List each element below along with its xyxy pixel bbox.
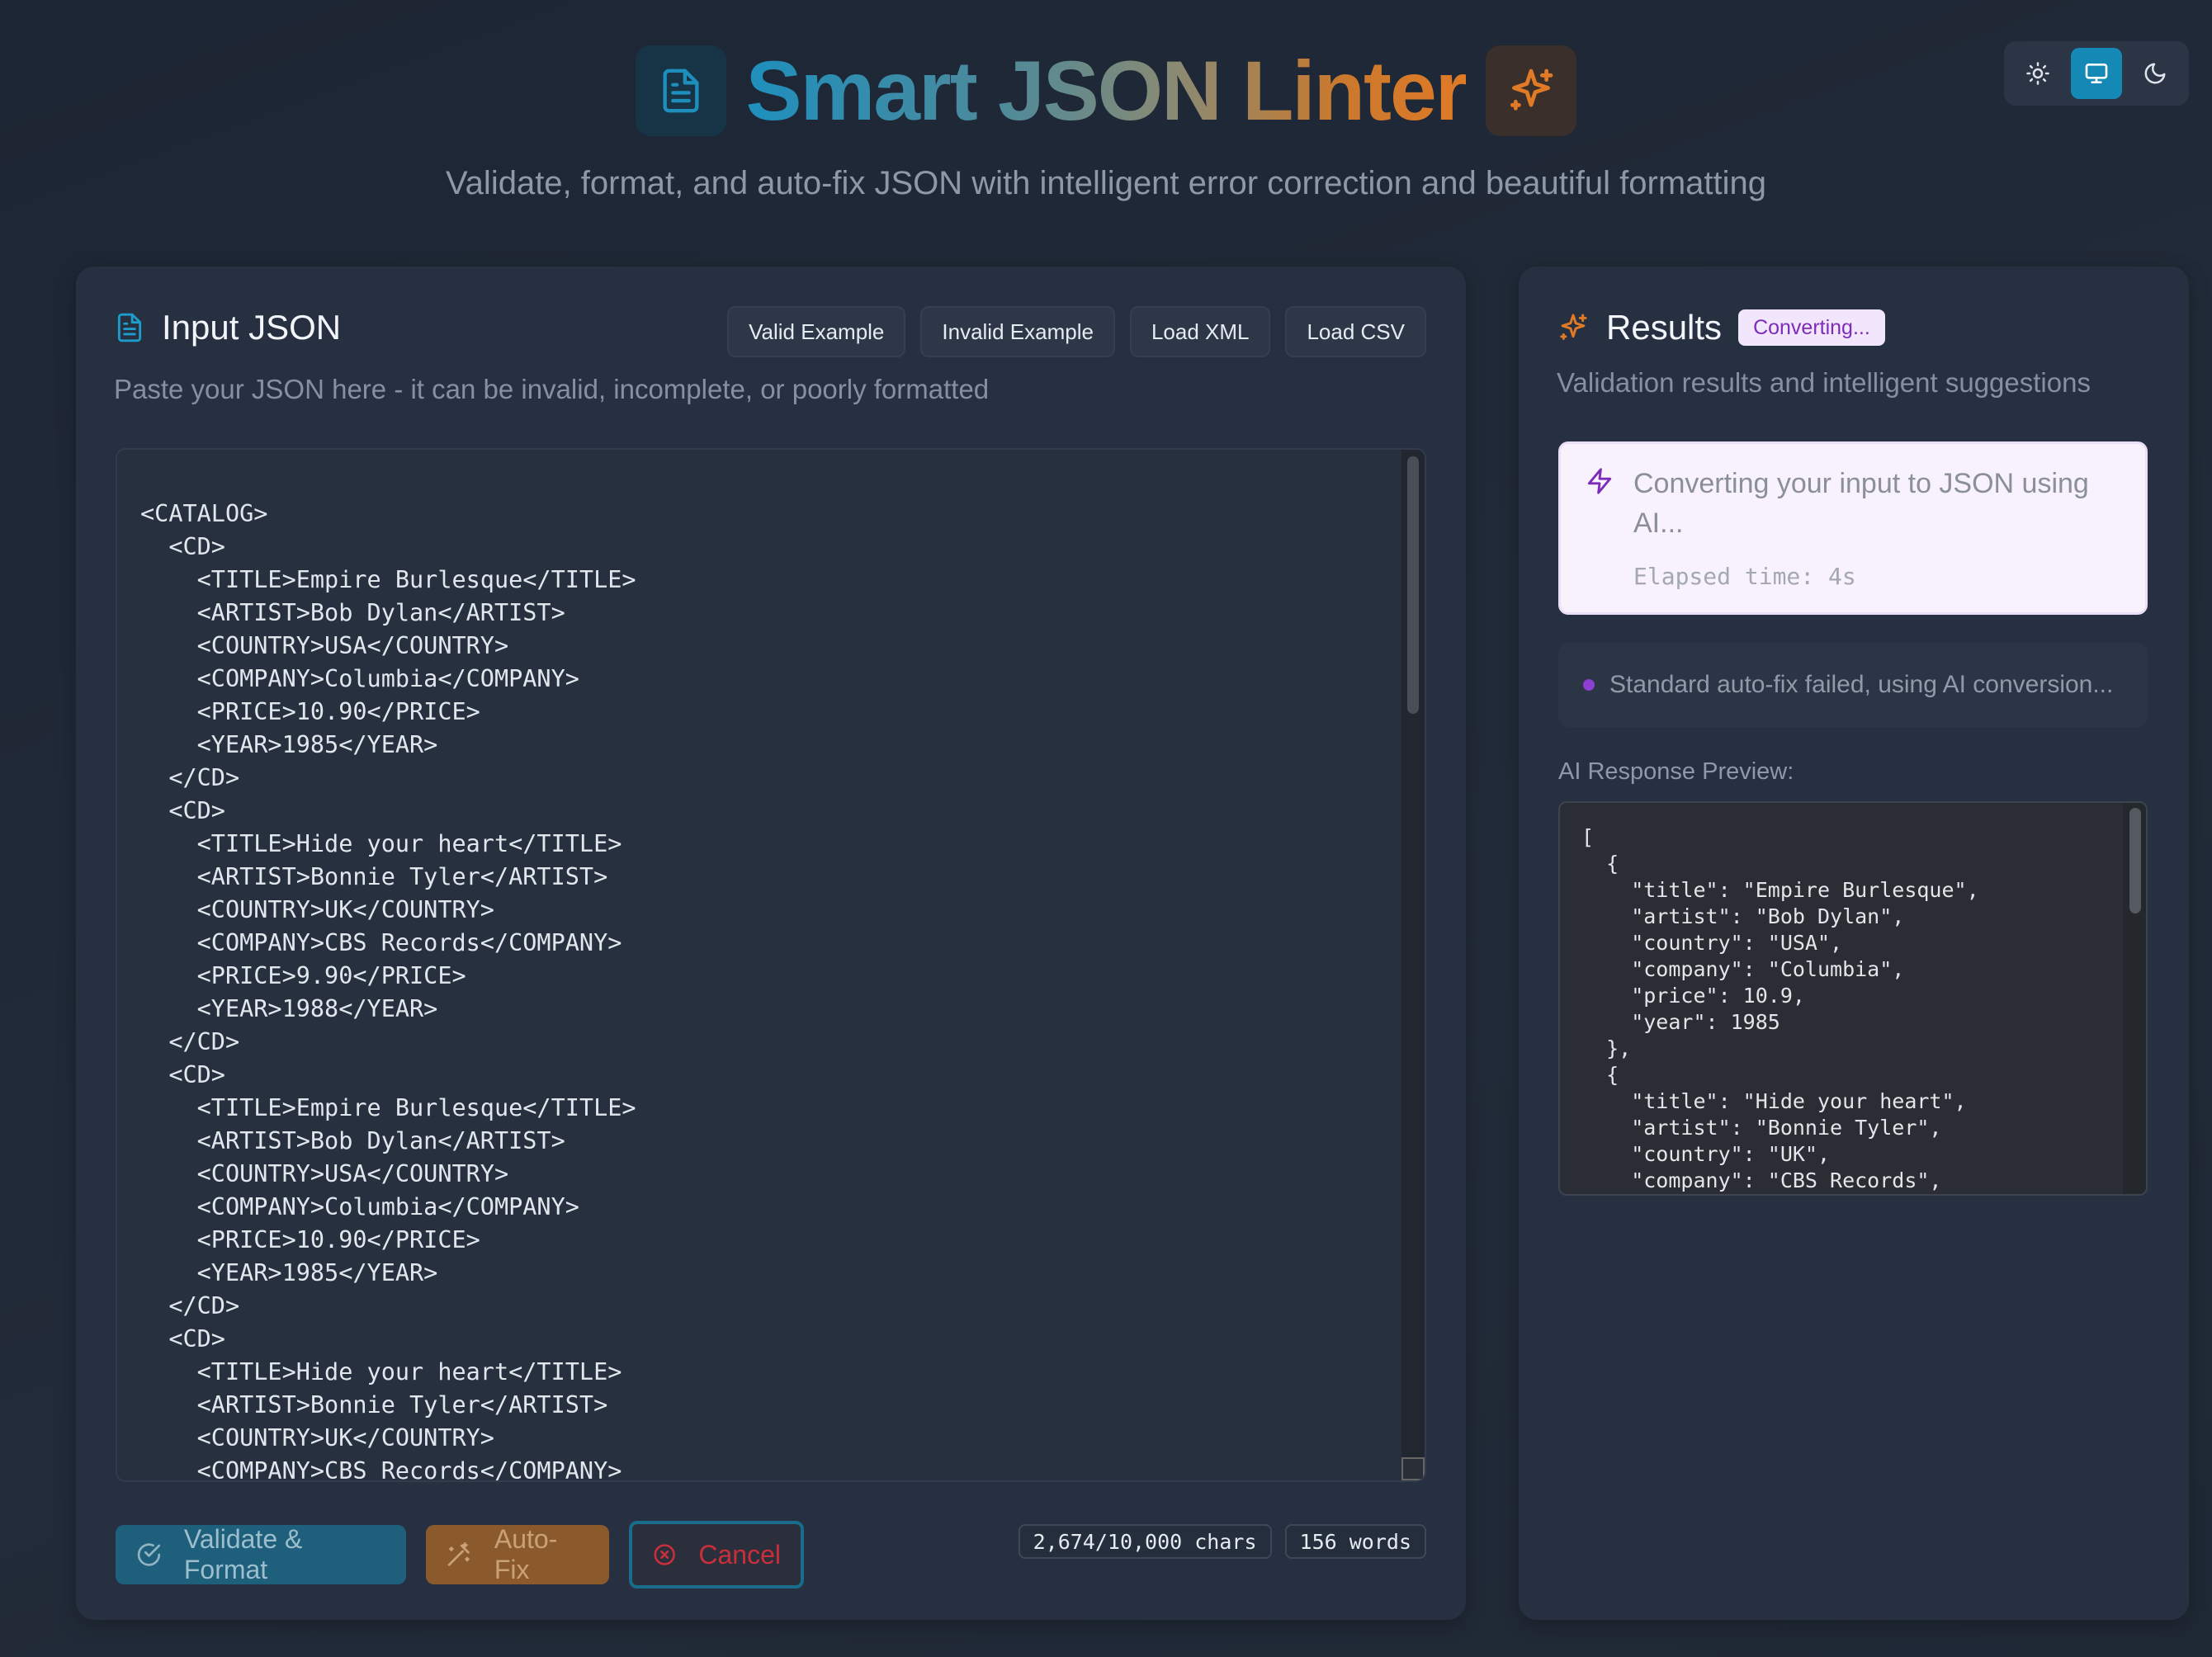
app-title: Smart JSON Linter <box>746 41 1468 140</box>
moon-icon <box>2144 63 2166 84</box>
converting-message: Converting your input to JSON using AI..… <box>1633 468 2089 539</box>
status-dot-icon <box>1583 679 1595 691</box>
results-panel-header: Results Converting... <box>1557 308 1885 347</box>
zap-icon <box>1587 468 1612 494</box>
preview-scrollbar[interactable] <box>2123 803 2146 1194</box>
ai-preview-label: AI Response Preview: <box>1558 758 1794 785</box>
cancel-label: Cancel <box>698 1539 781 1570</box>
converting-card: Converting your input to JSON using AI..… <box>1558 441 2148 615</box>
editor-content[interactable]: <CATALOG> <CD> <TITLE>Empire Burlesque</… <box>140 498 1378 1480</box>
editor-scrollbar[interactable] <box>1401 450 1425 1480</box>
char-count-badge: 2,674/10,000 chars <box>1018 1524 1272 1559</box>
input-panel: Input JSON Valid Example Invalid Example… <box>76 267 1466 1620</box>
cancel-button[interactable]: Cancel <box>629 1521 804 1589</box>
results-panel-description: Validation results and intelligent sugge… <box>1557 367 2091 398</box>
results-panel: Results Converting... Validation results… <box>1519 267 2189 1620</box>
ai-preview-content: [ { "title": "Empire Burlesque", "artist… <box>1581 825 1979 1192</box>
input-panel-title: Input JSON <box>162 308 342 347</box>
results-panel-title: Results <box>1606 308 1723 347</box>
check-circle-icon <box>137 1543 161 1566</box>
word-count-badge: 156 words <box>1284 1524 1426 1559</box>
editor-scroll-thumb[interactable] <box>1407 456 1419 714</box>
load-csv-button[interactable]: Load CSV <box>1285 306 1426 357</box>
sparkles-icon <box>1486 45 1577 136</box>
sun-icon <box>2026 62 2049 85</box>
magic-wand-icon <box>447 1541 470 1566</box>
input-panel-header: Input JSON <box>114 308 341 347</box>
monitor-icon <box>2085 64 2108 83</box>
valid-example-button[interactable]: Valid Example <box>727 306 906 357</box>
input-actions: Validate & Format Auto-Fix Cancel <box>116 1521 804 1589</box>
status-log: Standard auto-fix failed, using AI conve… <box>1558 643 2148 727</box>
input-panel-description: Paste your JSON here - it can be invalid… <box>114 374 990 404</box>
input-stats: 2,674/10,000 chars 156 words <box>1018 1524 1426 1559</box>
theme-system-button[interactable] <box>2071 48 2122 99</box>
validate-format-button[interactable]: Validate & Format <box>116 1524 406 1584</box>
preview-scroll-thumb[interactable] <box>2129 808 2141 913</box>
status-badge: Converting... <box>1738 309 1885 346</box>
theme-light-button[interactable] <box>2012 48 2063 99</box>
x-circle-icon <box>654 1544 675 1565</box>
app-subtitle: Validate, format, and auto-fix JSON with… <box>445 165 1767 201</box>
validate-format-label: Validate & Format <box>183 1524 303 1584</box>
load-xml-button[interactable]: Load XML <box>1129 306 1271 357</box>
app-header: Smart JSON Linter Validate, format, and … <box>0 0 2212 248</box>
example-buttons: Valid Example Invalid Example Load XML L… <box>727 306 1426 357</box>
theme-switcher <box>2004 41 2189 106</box>
ai-response-preview[interactable]: [ { "title": "Empire Burlesque", "artist… <box>1558 801 2148 1196</box>
elapsed-time: Elapsed time: 4s <box>1633 563 1856 590</box>
status-log-message: Standard auto-fix failed, using AI conve… <box>1609 671 2114 698</box>
json-input-editor[interactable]: <CATALOG> <CD> <TITLE>Empire Burlesque</… <box>116 448 1426 1482</box>
auto-fix-button[interactable]: Auto-Fix <box>426 1524 609 1584</box>
document-icon <box>635 45 726 136</box>
invalid-example-button[interactable]: Invalid Example <box>920 306 1115 357</box>
title-row: Smart JSON Linter <box>0 41 2212 140</box>
theme-dark-button[interactable] <box>2129 48 2181 99</box>
editor-resize-handle[interactable] <box>1401 1457 1425 1480</box>
file-text-icon <box>117 313 142 342</box>
auto-fix-label: Auto-Fix <box>494 1524 558 1584</box>
sparkles-icon <box>1560 314 1587 340</box>
